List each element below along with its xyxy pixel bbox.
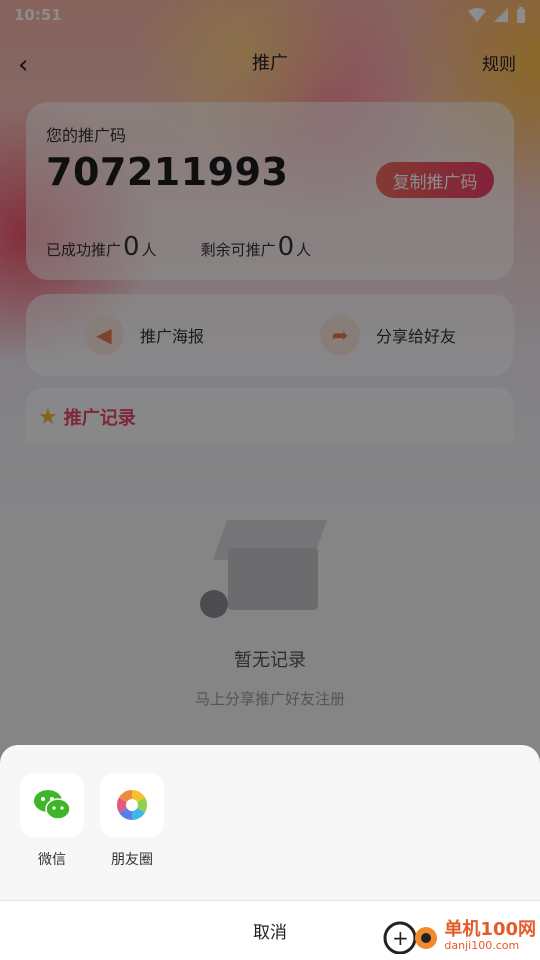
watermark-cn: 单机100网 [444, 919, 536, 941]
share-sheet-options: 微信 朋友圈 [0, 745, 540, 869]
watermark-text: 单机100网 danji100.com [444, 920, 536, 952]
share-option-wechat-label: 微信 [38, 852, 66, 868]
wechat-icon [20, 773, 84, 837]
moments-icon [100, 773, 164, 837]
watermark-logo-icon: + [382, 918, 440, 955]
share-option-wechat[interactable]: 微信 [20, 773, 84, 869]
share-option-moments[interactable]: 朋友圈 [100, 773, 164, 869]
cancel-label: 取消 [253, 923, 287, 943]
svg-text:+: + [392, 926, 409, 950]
watermark: + 单机100网 danji100.com [382, 918, 536, 955]
watermark-en: danji100.com [444, 938, 520, 952]
share-option-moments-label: 朋友圈 [111, 852, 153, 868]
